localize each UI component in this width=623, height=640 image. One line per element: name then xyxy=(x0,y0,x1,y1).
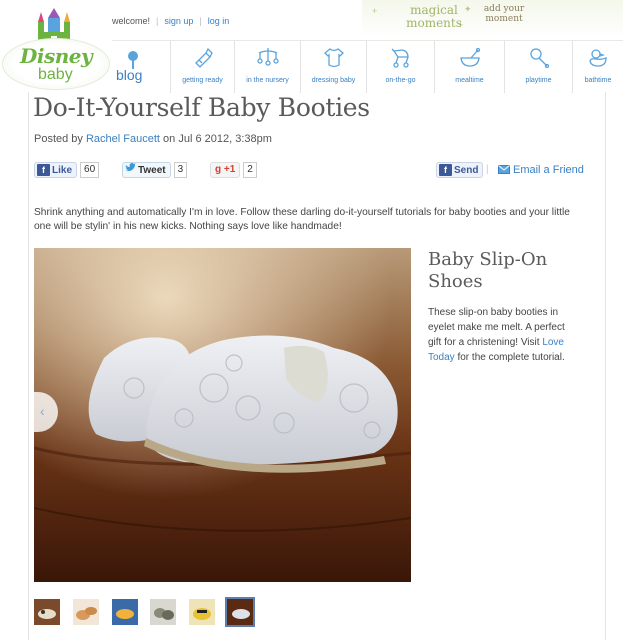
mobile-icon xyxy=(256,48,279,66)
welcome-text: welcome! xyxy=(112,16,151,26)
site-header: Disney baby welcome! | sign up | log in + + … xyxy=(0,0,623,95)
like-label: Like xyxy=(52,165,73,176)
nav-label: dressing baby xyxy=(311,77,356,84)
bottle-icon xyxy=(194,47,213,68)
nav-bathtime[interactable]: bathtime xyxy=(572,41,623,93)
divider: | xyxy=(199,16,202,26)
sparkle-icon: + xyxy=(372,6,378,16)
stroller-icon xyxy=(391,48,409,68)
log-in-link[interactable]: log in xyxy=(208,16,230,26)
logo-subtext: baby xyxy=(38,66,73,83)
duck-icon xyxy=(589,49,607,67)
facebook-like-widget: f Like 60 xyxy=(34,162,100,178)
like-count: 60 xyxy=(80,162,100,178)
thumbnail[interactable] xyxy=(150,599,176,625)
google-icon: g xyxy=(215,164,222,175)
nav-label: bathtime xyxy=(584,77,612,84)
nav-label: playtime xyxy=(525,77,552,84)
thumbnail-image xyxy=(112,599,138,625)
slide-text-after: for the complete tutorial. xyxy=(454,352,565,363)
article-intro: Shrink anything and automatically I'm in… xyxy=(34,207,570,232)
add-your-moment-link[interactable]: add your moment xyxy=(478,4,530,24)
facebook-send-widget: f Send xyxy=(436,162,484,178)
nav-label: on-the-go xyxy=(385,77,416,84)
posted-by-label: Posted by xyxy=(34,133,83,145)
google-plus-button[interactable]: g +1 xyxy=(210,162,241,178)
nav-blog-label: blog xyxy=(116,67,143,83)
twitter-bird-icon xyxy=(125,163,136,171)
thumbnail-image xyxy=(34,599,60,625)
nav-on-the-go[interactable]: on-the-go xyxy=(366,41,434,93)
chevron-left-icon: ‹ xyxy=(40,403,45,419)
rattle-icon xyxy=(529,48,549,69)
thumbnail-image xyxy=(227,599,253,625)
nav-label: in the nursery xyxy=(246,77,289,84)
nav-in-the-nursery[interactable]: in the nursery xyxy=(234,41,300,93)
thumbnail-image xyxy=(189,599,215,625)
account-links: welcome! | sign up | log in xyxy=(112,16,229,26)
slide-description: These slip-on baby booties in eyelet mak… xyxy=(428,305,578,365)
disney-baby-logo[interactable]: Disney baby xyxy=(2,4,110,92)
facebook-like-button[interactable]: f Like xyxy=(34,162,78,178)
email-a-friend-link[interactable]: Email a Friend xyxy=(513,164,584,176)
thumbnail-image xyxy=(150,599,176,625)
author-link[interactable]: Rachel Faucett xyxy=(86,133,160,145)
facebook-icon: f xyxy=(439,164,452,176)
facebook-icon: f xyxy=(37,164,50,176)
thumbnail[interactable] xyxy=(73,599,99,625)
logo-wordmark: Disney xyxy=(20,44,93,68)
envelope-icon xyxy=(498,165,510,174)
tweet-button[interactable]: Tweet xyxy=(122,162,171,178)
tweet-widget: Tweet 3 xyxy=(122,162,188,178)
facebook-send-button[interactable]: f Send xyxy=(436,162,484,178)
sign-up-link[interactable]: sign up xyxy=(164,16,193,26)
divider: | xyxy=(156,16,159,26)
thumbnail[interactable] xyxy=(189,599,215,625)
email-a-friend[interactable]: Email a Friend xyxy=(498,162,584,178)
nav-playtime[interactable]: playtime xyxy=(504,41,572,93)
main-nav: blog getting ready in the nursery dressi… xyxy=(112,40,623,93)
nav-mealtime[interactable]: mealtime xyxy=(434,41,504,93)
thumbnail[interactable] xyxy=(34,599,60,625)
plus-one-label: +1 xyxy=(223,164,236,175)
divider: | xyxy=(486,164,489,175)
thumbnail[interactable] xyxy=(112,599,138,625)
magical-moments-banner[interactable]: + + ✦ magical moments add your moment xyxy=(362,0,623,38)
send-label: Send xyxy=(454,165,479,176)
thumbnail-active[interactable] xyxy=(225,597,255,627)
tweet-label: Tweet xyxy=(138,165,166,176)
post-date: on Jul 6 2012, 3:38pm xyxy=(163,133,272,145)
plus-one-count: 2 xyxy=(243,162,257,178)
byline: Posted by Rachel Faucett on Jul 6 2012, … xyxy=(34,133,272,145)
nav-blog[interactable]: blog xyxy=(112,41,162,93)
tweet-count: 3 xyxy=(173,162,188,178)
thumbnail-image xyxy=(73,599,99,625)
google-plus-widget: g +1 2 xyxy=(210,162,257,178)
magical-moments-title: magical moments xyxy=(406,3,462,30)
nav-label: getting ready xyxy=(182,77,223,84)
slide-photo xyxy=(34,248,411,582)
onesie-icon xyxy=(323,48,344,68)
nav-label: mealtime xyxy=(455,77,484,84)
article-title: Do-It-Yourself Baby Booties xyxy=(33,93,370,122)
nav-dressing-baby[interactable]: dressing baby xyxy=(300,41,366,93)
bowl-icon xyxy=(459,47,480,67)
slide-title: Baby Slip-On Shoes xyxy=(428,249,548,292)
nav-getting-ready[interactable]: getting ready xyxy=(170,41,234,93)
baby-booties-photo xyxy=(34,248,411,582)
